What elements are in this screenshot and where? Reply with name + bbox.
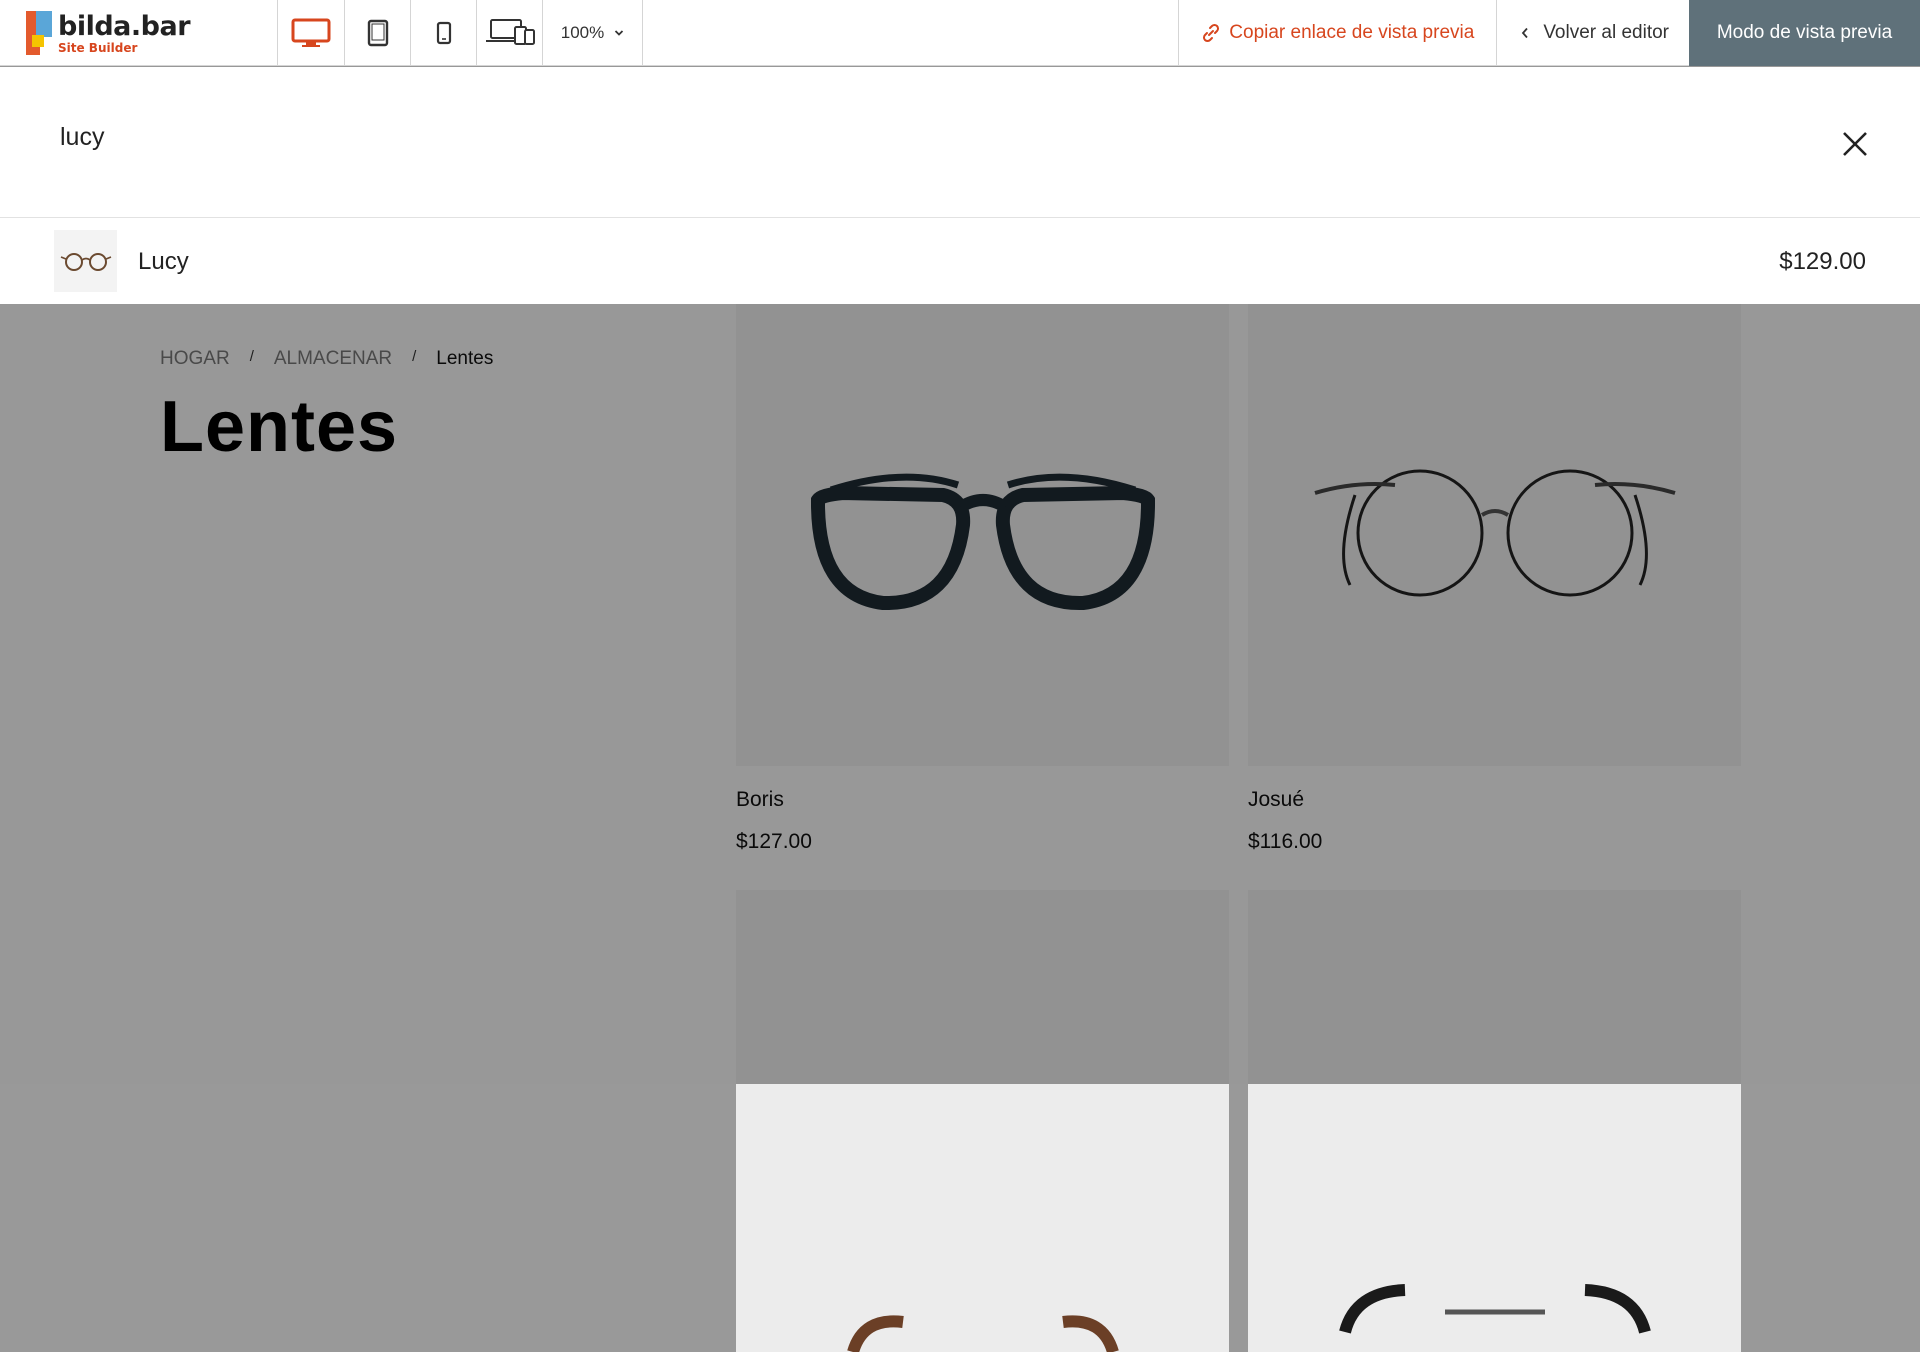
search-result-item[interactable]: Lucy $129.00 [0, 218, 1920, 304]
search-panel [0, 67, 1920, 218]
close-icon [1843, 132, 1867, 156]
tablet-icon [367, 19, 388, 47]
brand-name: bilda.bar [58, 10, 191, 42]
editor-toolbar: bilda.bar Site Builder 100% Copiar enlac… [0, 0, 1920, 66]
zoom-value: 100% [560, 23, 605, 42]
desktop-icon [291, 18, 331, 47]
logo-mark-icon [26, 11, 52, 55]
chevron-down-icon [615, 30, 624, 36]
copy-preview-link-button[interactable]: Copiar enlace de vista previa [1178, 0, 1498, 66]
glasses-icon [60, 253, 111, 271]
zoom-select[interactable]: 100% [543, 0, 643, 66]
link-icon [1203, 23, 1220, 43]
copy-preview-link-label: Copiar enlace de vista previa [1229, 22, 1475, 43]
glasses-icon [1338, 1284, 1651, 1334]
search-result-name: Lucy [138, 248, 189, 275]
glasses-icon [846, 1315, 1119, 1352]
desktop-view-button[interactable] [278, 0, 345, 66]
phone-icon [436, 21, 451, 45]
all-devices-view-button[interactable] [477, 0, 543, 66]
brand-subtitle: Site Builder [58, 40, 138, 55]
preview-mode-label: Modo de vista previa [1716, 22, 1893, 43]
back-to-editor-label: Volver al editor [1543, 22, 1669, 43]
tablet-view-button[interactable] [345, 0, 411, 66]
search-result-thumbnail [54, 230, 117, 292]
preview-mode-button[interactable]: Modo de vista previa [1689, 0, 1920, 66]
close-search-button[interactable] [1838, 127, 1872, 161]
search-result-price: $129.00 [1779, 248, 1866, 275]
back-to-editor-button[interactable]: Volver al editor [1497, 0, 1689, 66]
chevron-left-icon [1522, 27, 1528, 39]
all-devices-icon [485, 19, 535, 45]
phone-view-button[interactable] [411, 0, 477, 66]
brand-logo[interactable]: bilda.bar Site Builder [0, 0, 278, 66]
search-input[interactable] [60, 123, 1660, 152]
